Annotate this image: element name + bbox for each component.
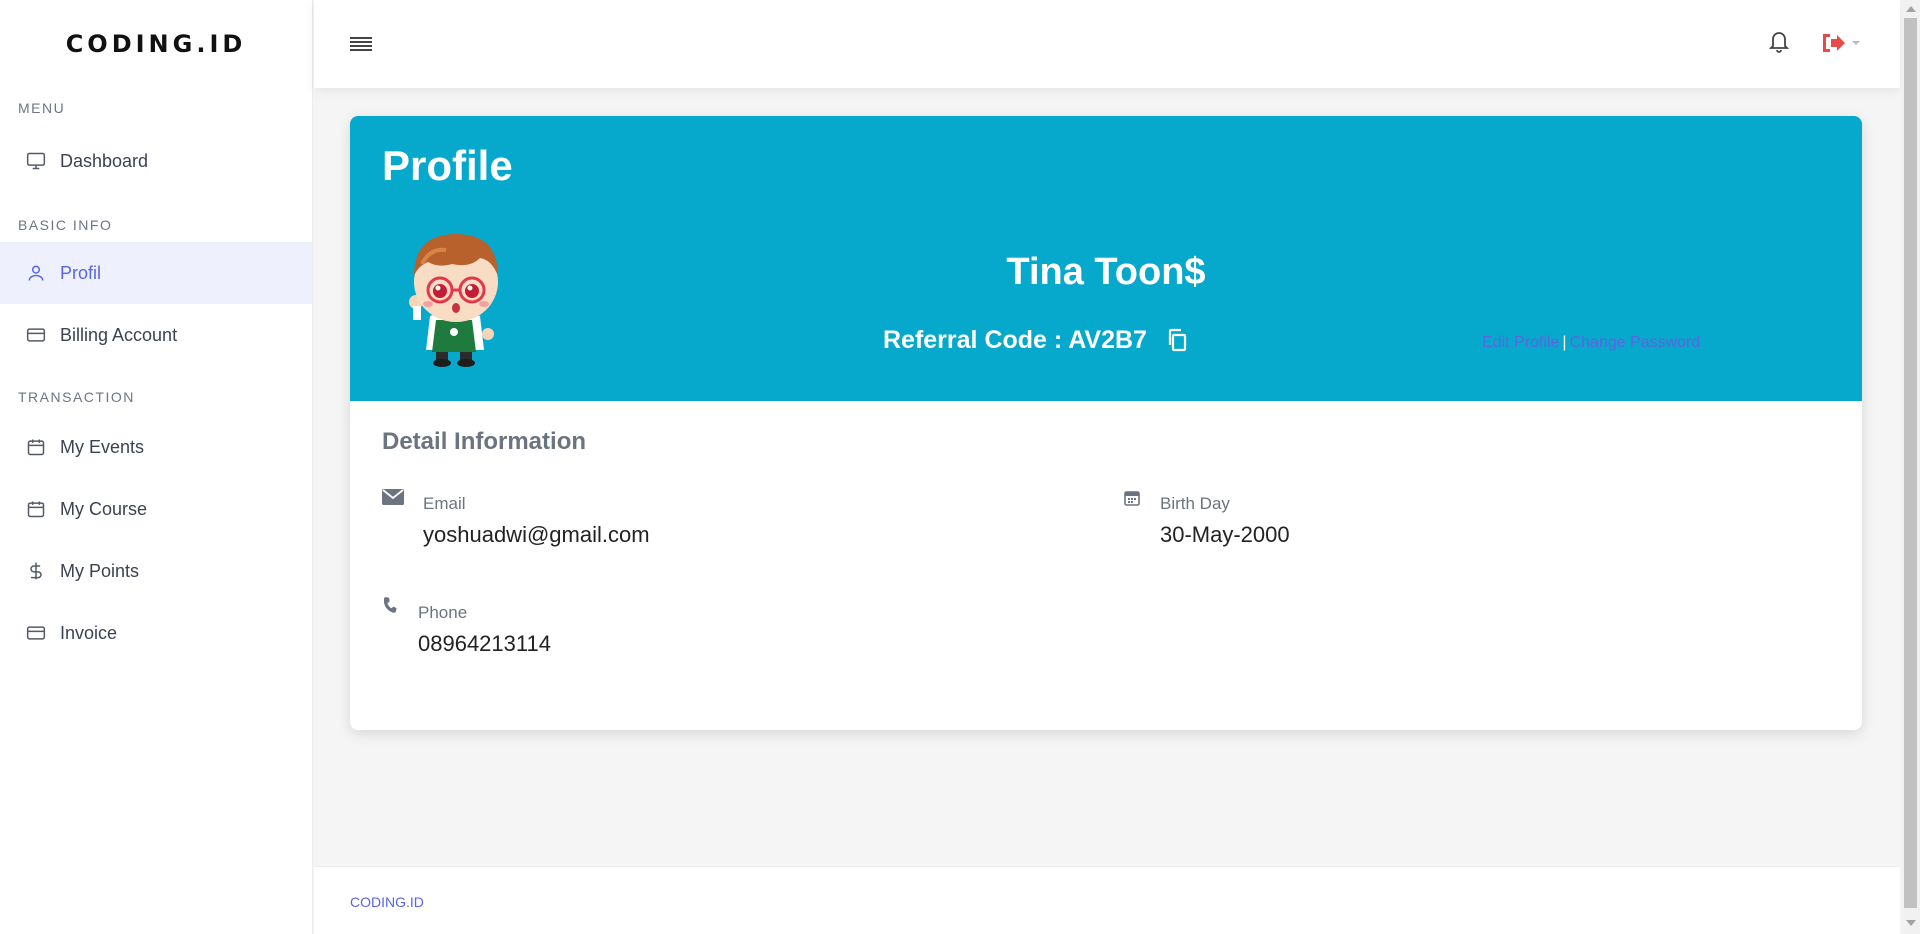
- edit-profile-link[interactable]: Edit Profile: [1482, 334, 1559, 351]
- brand-logo[interactable]: CODING.ID: [0, 0, 312, 88]
- calendar-icon: [24, 497, 48, 521]
- birthday-label: Birth Day: [1160, 494, 1230, 513]
- bell-icon[interactable]: [1767, 28, 1793, 56]
- email-value: yoshuadwi@gmail.com: [423, 522, 650, 547]
- dollar-icon: [24, 559, 48, 583]
- referral-code: Referral Code : AV2B7: [883, 326, 1189, 355]
- phone-icon: [382, 597, 398, 618]
- topbar: [314, 0, 1900, 88]
- sidebar-item-my-course[interactable]: My Course: [0, 478, 312, 540]
- sidebar-item-label: My Course: [60, 498, 148, 519]
- envelope-icon: [382, 488, 404, 511]
- birthday-field: Birth Day 30-May-2000: [1124, 488, 1724, 558]
- phone-field: Phone 08964213114: [382, 597, 982, 667]
- hamburger-icon[interactable]: [350, 33, 372, 55]
- sidebar-item-my-points[interactable]: My Points: [0, 540, 312, 602]
- credit-card-icon: [24, 621, 48, 645]
- scroll-down-arrow-icon[interactable]: [1906, 920, 1916, 926]
- user-icon: [24, 261, 48, 285]
- section-label-basic-info: BASIC INFO: [18, 217, 113, 233]
- detail-information-title: Detail Information: [382, 428, 587, 455]
- avatar: [400, 220, 520, 370]
- chevron-down-icon: [1852, 41, 1860, 45]
- monitor-icon: [24, 149, 48, 173]
- sidebar-item-invoice[interactable]: Invoice: [0, 602, 312, 664]
- sidebar-item-billing-account[interactable]: Billing Account: [0, 304, 312, 366]
- sidebar: CODING.ID MENU Dashboard BASIC INFO Prof…: [0, 0, 313, 934]
- phone-label: Phone: [418, 603, 468, 622]
- calendar-icon: [24, 435, 48, 459]
- sidebar-item-dashboard[interactable]: Dashboard: [0, 130, 312, 192]
- footer-text[interactable]: CODING.ID: [350, 894, 424, 910]
- link-separator: |: [1562, 334, 1567, 351]
- change-password-link[interactable]: Change Password: [1570, 334, 1701, 351]
- profile-links: Edit Profile | Change Password: [1482, 334, 1700, 352]
- sidebar-item-label: Profil: [60, 262, 102, 283]
- sidebar-item-label: Invoice: [60, 622, 118, 643]
- birthday-value: 30-May-2000: [1160, 522, 1290, 547]
- sidebar-item-label: Dashboard: [60, 150, 149, 171]
- phone-value: 08964213114: [418, 631, 551, 656]
- sidebar-item-my-events[interactable]: My Events: [0, 416, 312, 478]
- scroll-thumb[interactable]: [1904, 18, 1917, 908]
- footer: CODING.ID: [314, 866, 1900, 934]
- profile-header: Profile Tina Toon$ Referral Code: AV2B7…: [350, 116, 1862, 401]
- email-field: Email yoshuadwi@gmail.com: [382, 488, 982, 558]
- sidebar-item-label: Billing Account: [60, 324, 178, 345]
- calendar-icon: [1124, 490, 1140, 511]
- section-label-transaction: TRANSACTION: [18, 389, 135, 405]
- sidebar-item-profil[interactable]: Profil: [0, 242, 312, 304]
- section-label-menu: MENU: [18, 100, 66, 116]
- email-label: Email: [423, 494, 466, 513]
- copy-icon[interactable]: [1167, 328, 1189, 354]
- profile-card: Profile Tina Toon$ Referral Code: AV2B7…: [350, 116, 1862, 730]
- scrollbar[interactable]: [1901, 0, 1920, 934]
- page-title: Profile: [382, 142, 513, 189]
- scroll-up-arrow-icon[interactable]: [1906, 6, 1916, 12]
- sidebar-item-label: My Points: [60, 560, 140, 581]
- referral-code-text: Referral Code : AV2B7: [883, 326, 1147, 354]
- sign-out-icon[interactable]: [1820, 30, 1864, 56]
- profile-name: Tina Toon$: [1006, 251, 1206, 293]
- credit-card-icon: [24, 323, 48, 347]
- sidebar-item-label: My Events: [60, 436, 145, 457]
